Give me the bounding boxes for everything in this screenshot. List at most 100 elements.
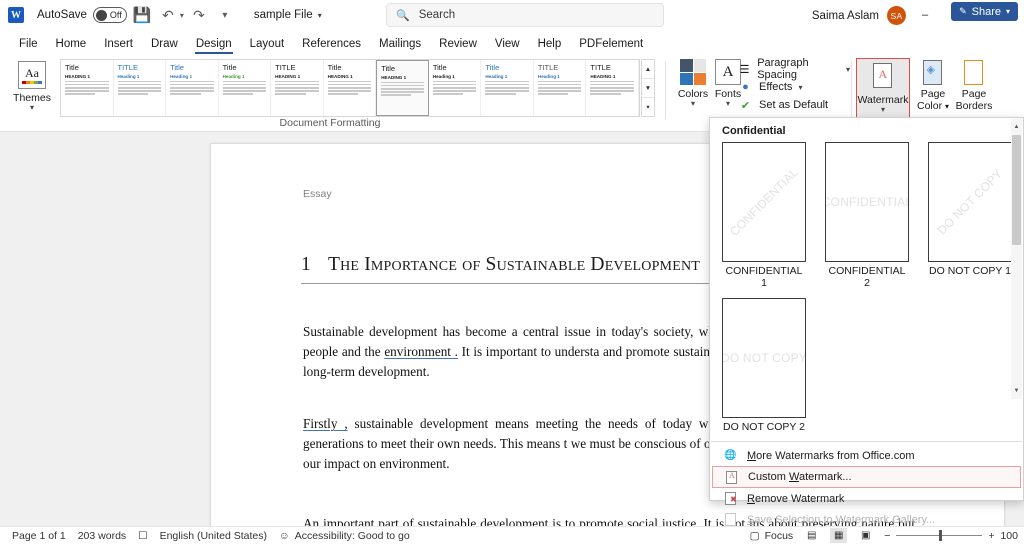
minimize-button[interactable]: – — [906, 0, 944, 30]
tab-pdfelement[interactable]: PDFelement — [570, 33, 652, 54]
paragraph-spacing-button[interactable]: ☰ Paragraph Spacing ▾ — [738, 57, 850, 81]
chevron-down-icon[interactable]: ▾ — [846, 65, 850, 74]
paragraph-spacing-icon: ☰ — [739, 63, 750, 76]
page-borders-button[interactable]: Page Borders — [952, 60, 996, 112]
paragraph-1-link[interactable]: environment . — [384, 344, 458, 359]
chevron-down-icon[interactable]: ▾ — [30, 103, 34, 112]
chevron-down-icon[interactable]: ▾ — [726, 99, 730, 108]
scroll-up-icon[interactable]: ▲ — [1011, 120, 1022, 134]
watermark-option[interactable]: DO NOT COPY DO NOT COPY 1 — [928, 142, 1012, 289]
style-set-gallery[interactable]: Title HEADING 1 TITLE Heading 1 Title Heading… — [60, 59, 640, 117]
watermark-gallery-panel[interactable]: Confidential CONFIDENTIAL CONFIDENTIAL 1C… — [709, 117, 1024, 526]
zoom-out-button[interactable]: − — [884, 530, 890, 542]
chevron-down-icon[interactable]: ▾ — [881, 105, 885, 114]
style-set-thumb[interactable]: TITLE Heading 1 — [533, 60, 587, 116]
autosave-toggle[interactable]: Off — [92, 7, 127, 23]
tab-home[interactable]: Home — [47, 33, 96, 54]
gallery-nav[interactable]: ▲ ▼ ▾ — [641, 59, 655, 117]
watermark-caption: CONFIDENTIAL 1 — [725, 265, 803, 289]
search-input[interactable]: 🔍 Search — [386, 3, 664, 27]
save-icon[interactable]: 💾 — [131, 4, 153, 26]
gallery-scroll-down-icon[interactable]: ▼ — [642, 79, 654, 98]
undo-icon[interactable]: ↶ — [157, 4, 179, 26]
autosave-label: AutoSave — [37, 9, 87, 21]
proofing-icon[interactable]: ☐ — [138, 530, 147, 542]
zoom-slider-handle[interactable] — [939, 530, 943, 541]
gallery-more-icon[interactable]: ▾ — [642, 98, 654, 116]
tab-draw[interactable]: Draw — [142, 33, 187, 54]
style-set-thumb[interactable]: Title HEADING 1 — [376, 60, 429, 116]
style-set-thumb[interactable]: Title Heading 1 — [166, 60, 219, 116]
word-logo-icon — [8, 7, 24, 23]
account-area[interactable]: Saima Aslam SA — [812, 6, 906, 25]
undo-dropdown-icon[interactable]: ▾ — [180, 11, 184, 20]
zoom-control[interactable]: − + 100 — [884, 530, 1018, 542]
watermark-button[interactable]: A Watermark ▾ — [856, 58, 910, 120]
gallery-scroll-up-icon[interactable]: ▲ — [642, 60, 654, 79]
share-button[interactable]: ✎ Share ▾ — [951, 2, 1018, 21]
style-set-thumb[interactable]: TITLE HEADING 1 — [586, 60, 639, 116]
accessibility-status[interactable]: ☺ Accessibility: Good to go — [279, 530, 410, 542]
zoom-in-button[interactable]: + — [988, 530, 994, 542]
style-set-thumb[interactable]: Title Heading 1 — [218, 60, 272, 116]
watermark-preview[interactable]: CONFIDENTIAL — [722, 142, 806, 262]
watermark-menu-item[interactable]: 🌐 More Watermarks from Office.com — [711, 445, 1022, 466]
watermark-menu-item[interactable]: ✖ Remove Watermark — [711, 488, 1022, 509]
paragraph-2-link[interactable]: Firstly , — [303, 416, 348, 431]
watermark-panel-scrollbar[interactable]: ▲ ▼ — [1011, 119, 1022, 399]
page-color-button[interactable]: ◈ Page Color ▾ — [912, 60, 954, 112]
document-name[interactable]: sample File ▾ — [254, 9, 322, 21]
chevron-down-icon[interactable]: ▾ — [691, 99, 695, 108]
web-layout-icon[interactable]: ▣ — [857, 528, 874, 543]
chevron-down-icon: ▾ — [1005, 7, 1010, 16]
style-title: TITLE — [117, 63, 138, 72]
style-set-thumb[interactable]: TITLE Heading 1 — [113, 60, 167, 116]
tab-design[interactable]: Design — [187, 33, 241, 54]
zoom-level[interactable]: 100 — [1000, 530, 1018, 542]
style-set-thumb[interactable]: Title HEADING 1 — [323, 60, 377, 116]
style-set-thumb[interactable]: Title Heading 1 — [481, 60, 534, 116]
tab-layout[interactable]: Layout — [241, 33, 294, 54]
tab-file[interactable]: File — [10, 33, 47, 54]
zoom-slider[interactable] — [896, 530, 983, 541]
style-title: Title — [65, 63, 79, 72]
style-body-lines — [381, 81, 424, 96]
tab-references[interactable]: References — [293, 33, 370, 54]
watermark-preview[interactable]: CONFIDENTIAL — [825, 142, 909, 262]
focus-button[interactable]: ▢ Focus — [750, 530, 794, 542]
tab-insert[interactable]: Insert — [95, 33, 142, 54]
tab-view[interactable]: View — [486, 33, 529, 54]
word-count[interactable]: 203 words — [78, 530, 126, 542]
watermark-menu-item[interactable]: A Custom Watermark... — [712, 466, 1021, 488]
paragraph-1-line-1: Sustainable development has become a cen… — [303, 324, 766, 339]
tab-help[interactable]: Help — [529, 33, 571, 54]
watermark-option[interactable]: CONFIDENTIAL CONFIDENTIAL 1 — [722, 142, 806, 289]
scroll-down-icon[interactable]: ▼ — [1011, 384, 1022, 398]
chevron-down-icon[interactable]: ▾ — [798, 83, 802, 92]
style-set-thumb[interactable]: TITLE HEADING 1 — [271, 60, 324, 116]
autosave-toggle-knob — [95, 9, 107, 21]
customize-quick-access-icon[interactable]: ▾ — [214, 4, 236, 26]
language-status[interactable]: English (United States) — [160, 530, 267, 542]
style-title: Title — [222, 63, 237, 72]
set-as-default-button[interactable]: ✔ Set as Default — [738, 96, 850, 114]
tab-review[interactable]: Review — [430, 33, 486, 54]
tab-mailings[interactable]: Mailings — [370, 33, 430, 54]
watermark-option[interactable]: DO NOT COPY DO NOT COPY 2 — [722, 298, 806, 433]
read-mode-icon[interactable]: ▤ — [803, 528, 820, 543]
focus-icon: ▢ — [749, 529, 760, 542]
redo-icon[interactable]: ↷ — [188, 4, 210, 26]
watermark-menu-item: Save Selection to Watermark Gallery... — [711, 509, 1022, 530]
chevron-down-icon[interactable]: ▾ — [945, 102, 949, 111]
print-layout-icon[interactable]: ▦ — [830, 528, 848, 543]
page-count[interactable]: Page 1 of 1 — [12, 530, 66, 542]
user-name: Saima Aslam — [811, 9, 879, 22]
watermark-preview[interactable]: DO NOT COPY — [928, 142, 1012, 262]
themes-button[interactable]: Aa Themes ▾ — [8, 57, 56, 125]
style-heading: Heading 1 — [432, 73, 455, 79]
style-set-thumb[interactable]: Title HEADING 1 — [61, 60, 114, 116]
style-set-thumb[interactable]: Title Heading 1 — [428, 60, 482, 116]
scrollbar-thumb[interactable] — [1012, 135, 1021, 245]
watermark-option[interactable]: CONFIDENTIAL CONFIDENTIAL 2 — [825, 142, 909, 289]
watermark-preview[interactable]: DO NOT COPY — [722, 298, 806, 418]
